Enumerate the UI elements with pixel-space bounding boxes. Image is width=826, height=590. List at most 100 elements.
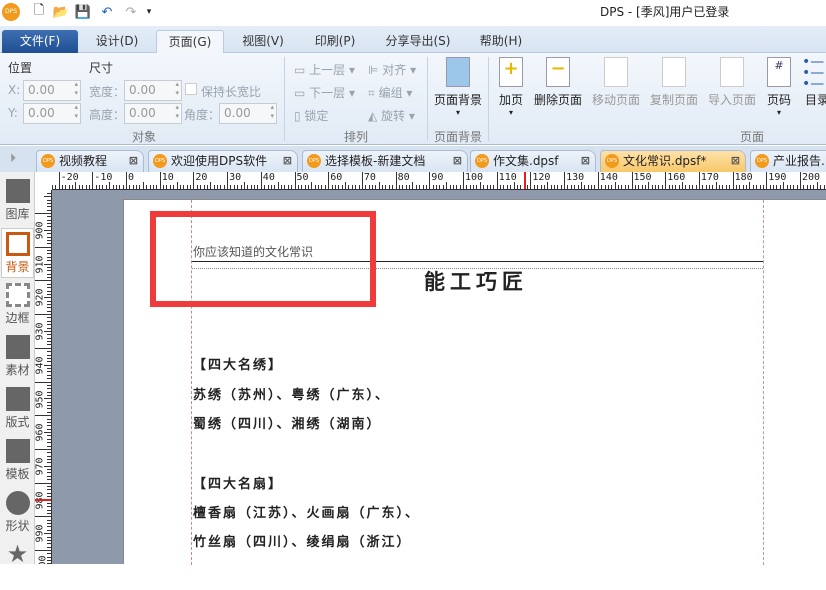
ruler-label: -10: [94, 172, 112, 183]
ruler-tick: [776, 185, 777, 189]
new-icon[interactable]: 🗋: [30, 3, 48, 21]
page-number-button[interactable]: #页码▾: [763, 57, 795, 117]
ruler-tick: [584, 185, 585, 189]
ruler-tick: [47, 355, 51, 356]
toc-button[interactable]: •—•—•—目录: [802, 57, 826, 108]
open-icon[interactable]: 📂: [52, 3, 70, 21]
import-page-button[interactable]: 导入页面: [706, 57, 758, 108]
ruler-tick: [244, 182, 245, 189]
sidebar-item[interactable]: 模板: [1, 436, 34, 486]
tab-file[interactable]: 文件(F): [2, 30, 78, 53]
tab-view[interactable]: 视图(V): [230, 30, 296, 53]
ruler-tick: [47, 311, 51, 312]
doc-tab[interactable]: DPS产业报告.: [750, 150, 826, 172]
tab-design[interactable]: 设计(D): [84, 30, 150, 53]
ruler-tick: [254, 185, 255, 189]
delete-page-button[interactable]: −删除页面: [532, 57, 584, 108]
redo-icon[interactable]: ↷: [122, 3, 140, 21]
sidebar-item[interactable]: 素材: [1, 332, 34, 382]
ruler-tick: [338, 185, 339, 189]
tab-share-export[interactable]: 分享导出(S): [376, 30, 460, 53]
undo-icon[interactable]: ↶: [98, 3, 116, 21]
sidebar-item[interactable]: 形状: [1, 488, 34, 538]
sidebar-item[interactable]: 边框: [1, 280, 34, 330]
ruler-tick: [180, 185, 181, 189]
keep-ratio-checkbox[interactable]: [185, 83, 197, 95]
customize-icon[interactable]: ▾: [140, 3, 158, 21]
ruler-tick: [197, 185, 198, 189]
ruler-tick: [450, 185, 451, 189]
page-background-button[interactable]: 页面背景▾: [432, 57, 484, 117]
angle-input[interactable]: 0.00: [219, 103, 277, 124]
ruler-tick: [47, 523, 51, 524]
tab-help[interactable]: 帮助(H): [470, 30, 532, 53]
add-page-button[interactable]: +加页▾: [494, 57, 528, 117]
copy-page-button[interactable]: 复制页面: [648, 57, 700, 108]
horizontal-ruler[interactable]: -20-100102030405060708090100110120130140…: [52, 172, 826, 190]
y-input[interactable]: 0.00: [23, 103, 81, 124]
ruler-tick: [345, 182, 346, 189]
close-icon[interactable]: ⊠: [581, 151, 590, 171]
doc-tab[interactable]: DPS欢迎使用DPS软件⊠: [148, 150, 298, 172]
save-icon[interactable]: 💾: [74, 3, 92, 21]
ruler-tick: [35, 247, 51, 248]
ruler-tick: [588, 185, 589, 189]
x-input[interactable]: 0.00: [23, 80, 81, 101]
ruler-tick: [241, 185, 242, 189]
doc-tab[interactable]: DPS视频教程⊠: [36, 150, 144, 172]
send-backward-button[interactable]: ▭ 下一层 ▾: [294, 84, 355, 101]
sidebar-item[interactable]: 背景: [1, 228, 34, 278]
doc-tab[interactable]: DPS选择模板-新建文档⊠: [302, 150, 468, 172]
ruler-tick: [507, 185, 508, 189]
ruler-tick: [763, 185, 764, 189]
rotate-button[interactable]: ◭ 旋转 ▾: [368, 107, 415, 124]
y-label: Y:: [8, 106, 18, 120]
tab-page[interactable]: 页面(G): [156, 30, 224, 53]
close-icon[interactable]: ⊠: [283, 151, 292, 171]
ruler-tick: [541, 185, 542, 189]
ruler-tick: [439, 185, 440, 189]
move-page-button[interactable]: 移动页面: [590, 57, 642, 108]
ruler-tick: [628, 185, 629, 189]
tab-print[interactable]: 印刷(P): [302, 30, 368, 53]
ruler-tick: [722, 185, 723, 189]
doc-tab-active[interactable]: DPS文化常识.dpsf*⊠: [600, 150, 746, 172]
height-label: 高度：: [89, 106, 125, 123]
ruler-tick: [119, 185, 120, 189]
vertical-ruler[interactable]: 9009109209309409509609709809901000: [35, 190, 52, 564]
ruler-tick: [537, 185, 538, 189]
collapse-panel-icon[interactable]: ⏵: [10, 151, 16, 166]
ruler-tick: [699, 172, 700, 189]
lock-button[interactable]: ▯ 锁定: [294, 107, 328, 124]
ruler-tick: [160, 172, 161, 189]
bring-forward-button[interactable]: ▭ 上一层 ▾: [294, 61, 355, 78]
ruler-tick: [47, 402, 51, 403]
ruler-tick: [47, 237, 51, 238]
ruler-tick: [257, 185, 258, 189]
ruler-tick: [35, 280, 51, 281]
ruler-tick: [47, 452, 51, 453]
ruler-tick: [47, 408, 51, 409]
sidebar-item-label: 素材: [5, 363, 29, 377]
sidebar-item[interactable]: 图库: [1, 176, 34, 226]
close-icon[interactable]: ⊠: [453, 151, 462, 171]
width-input[interactable]: 0.00: [124, 80, 182, 101]
ruler-tick: [652, 185, 653, 189]
ruler-label: 150: [634, 172, 652, 183]
sidebar-item[interactable]: 版式: [1, 384, 34, 434]
ruler-tick: [658, 185, 659, 189]
ruler-tick: [47, 291, 51, 292]
close-icon[interactable]: ⊠: [129, 151, 138, 171]
ruler-tick: [554, 185, 555, 189]
star-icon[interactable]: ★: [1, 540, 34, 590]
ruler-tick: [35, 314, 51, 315]
height-input[interactable]: 0.00: [124, 103, 182, 124]
page-group-label: 页面: [740, 128, 764, 145]
ruler-tick: [281, 185, 282, 189]
align-button[interactable]: ⊫ 对齐 ▾: [368, 61, 416, 78]
doc-tab[interactable]: DPS作文集.dpsf⊠: [470, 150, 596, 172]
ruler-tick: [234, 185, 235, 189]
group-button[interactable]: ⌗ 编组 ▾: [368, 84, 412, 101]
close-icon[interactable]: ⊠: [731, 151, 740, 171]
bring-forward-label: 上一层: [309, 63, 345, 77]
